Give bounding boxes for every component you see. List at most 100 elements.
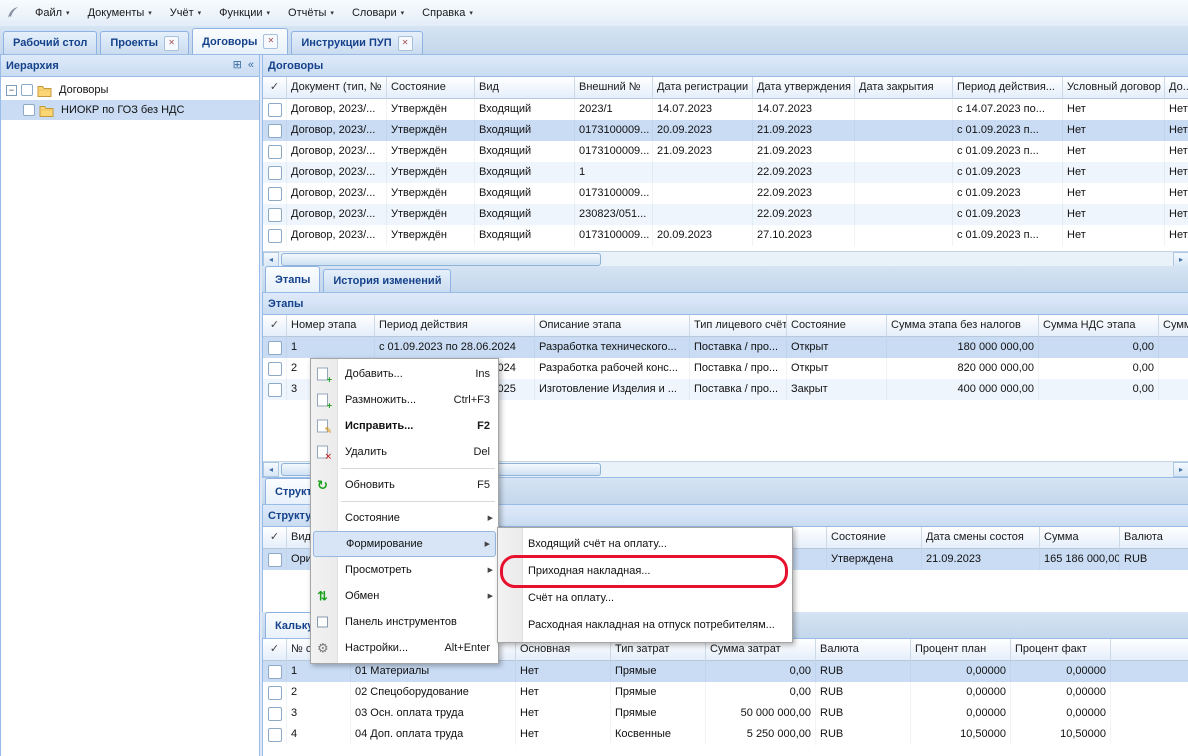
column-header[interactable]: Вид bbox=[475, 77, 575, 99]
row-checkbox[interactable] bbox=[268, 686, 282, 700]
table-row[interactable]: Договор, 2023/...УтверждёнВходящий017310… bbox=[263, 120, 1188, 141]
workspace-tab-pup-instructions[interactable]: Инструкции ПУП✕ bbox=[291, 31, 422, 54]
column-header[interactable]: Процент план bbox=[911, 639, 1011, 661]
scroll-left-button[interactable]: ◂ bbox=[263, 252, 279, 267]
row-checkbox[interactable] bbox=[268, 665, 282, 679]
submenu-item-outgoing-waybill[interactable]: Расходная накладная на отпуск потребител… bbox=[498, 612, 792, 639]
table-row[interactable]: 202 СпецоборудованиеНетПрямые0,00RUB0,00… bbox=[263, 682, 1188, 703]
tab-stages[interactable]: Этапы bbox=[265, 266, 320, 292]
table-row[interactable]: 303 Осн. оплата трудаНетПрямые50 000 000… bbox=[263, 703, 1188, 724]
menubar-item-documents[interactable]: Документы▾ bbox=[79, 0, 161, 26]
table-row[interactable]: Договор, 2023/...УтверждёнВходящий122.09… bbox=[263, 162, 1188, 183]
table-row[interactable]: 404 Доп. оплата трудаНетКосвенные5 250 0… bbox=[263, 724, 1188, 745]
tab-close-icon[interactable]: ✕ bbox=[164, 36, 179, 51]
column-header[interactable]: До... bbox=[1165, 77, 1188, 99]
menu-item-formation[interactable]: Формирование▶ bbox=[313, 531, 496, 557]
tree-checkbox[interactable] bbox=[21, 84, 33, 96]
tree-node-niokr-goz[interactable]: НИОКР по ГОЗ без НДС bbox=[1, 100, 259, 120]
row-checkbox[interactable] bbox=[268, 341, 282, 355]
menubar-item-help[interactable]: Справка▾ bbox=[413, 0, 482, 26]
column-header[interactable]: Состояние bbox=[787, 315, 887, 337]
column-header[interactable]: Период действия... bbox=[953, 77, 1063, 99]
menubar-item-dictionaries[interactable]: Словари▾ bbox=[343, 0, 413, 26]
row-checkbox[interactable] bbox=[268, 145, 282, 159]
column-header[interactable]: Дата утверждения bbox=[753, 77, 855, 99]
column-header[interactable]: Сумма bbox=[1040, 527, 1120, 549]
menubar-item-reports[interactable]: Отчёты▾ bbox=[279, 0, 343, 26]
scroll-thumb[interactable] bbox=[281, 253, 601, 266]
column-header[interactable]: ✓ bbox=[263, 639, 287, 661]
table-row[interactable]: Договор, 2023/...УтверждёнВходящий017310… bbox=[263, 183, 1188, 204]
menu-item-view[interactable]: Просмотреть▶ bbox=[311, 557, 498, 583]
column-header[interactable]: Внешний № bbox=[575, 77, 653, 99]
menubar-item-file[interactable]: Файл▾ bbox=[26, 0, 79, 26]
column-header[interactable]: Состояние bbox=[827, 527, 922, 549]
workspace-tab-desktop[interactable]: Рабочий стол bbox=[3, 31, 97, 54]
collapse-panel-icon[interactable]: « bbox=[248, 60, 254, 71]
column-header[interactable] bbox=[1111, 639, 1188, 661]
column-header[interactable]: Валюта bbox=[816, 639, 911, 661]
menu-item-exchange[interactable]: ⇅Обмен▶ bbox=[311, 583, 498, 609]
submenu-item-incoming-payment-invoice[interactable]: Входящий счёт на оплату... bbox=[498, 531, 792, 558]
column-header[interactable]: Дата закрытия bbox=[855, 77, 953, 99]
tree-node-contracts-root[interactable]: −Договоры bbox=[1, 80, 259, 100]
table-row[interactable]: 1с 01.09.2023 по 28.06.2024Разработка те… bbox=[263, 337, 1188, 358]
row-checkbox[interactable] bbox=[268, 208, 282, 222]
scroll-track[interactable] bbox=[603, 462, 1173, 477]
scroll-right-button[interactable]: ▸ bbox=[1173, 252, 1188, 267]
column-header[interactable]: Дата регистрации bbox=[653, 77, 753, 99]
column-header[interactable]: Документ (тип, № bbox=[287, 77, 387, 99]
tree-checkbox[interactable] bbox=[23, 104, 35, 116]
workspace-tab-contracts[interactable]: Договоры✕ bbox=[192, 28, 288, 54]
column-header[interactable]: Дата смены состоя bbox=[922, 527, 1040, 549]
column-header[interactable]: Тип лицевого счёт bbox=[690, 315, 787, 337]
scroll-right-button[interactable]: ▸ bbox=[1173, 462, 1188, 477]
row-checkbox[interactable] bbox=[268, 103, 282, 117]
column-header[interactable]: Сумма этапа без налогов bbox=[887, 315, 1039, 337]
column-header[interactable]: Номер этапа bbox=[287, 315, 375, 337]
table-row[interactable]: Договор, 2023/...УтверждёнВходящий230823… bbox=[263, 204, 1188, 225]
menu-item-delete[interactable]: ✕УдалитьDel bbox=[311, 439, 498, 465]
menu-item-toolbar-panel[interactable]: Панель инструментов bbox=[311, 609, 498, 635]
menubar-item-accounting[interactable]: Учёт▾ bbox=[161, 0, 210, 26]
column-header[interactable]: Процент факт bbox=[1011, 639, 1111, 661]
row-checkbox[interactable] bbox=[268, 383, 282, 397]
submenu-item-payment-invoice[interactable]: Счёт на оплату... bbox=[498, 585, 792, 612]
table-row[interactable]: Договор, 2023/...УтверждёнВходящий2023/1… bbox=[263, 99, 1188, 120]
menu-item-settings[interactable]: ⚙Настройки...Alt+Enter bbox=[311, 635, 498, 661]
column-header[interactable]: Условный договор bbox=[1063, 77, 1165, 99]
column-header[interactable]: ✓ bbox=[263, 527, 287, 549]
column-header[interactable]: Валюта bbox=[1120, 527, 1188, 549]
row-checkbox[interactable] bbox=[268, 187, 282, 201]
column-header[interactable]: ✓ bbox=[263, 315, 287, 337]
column-header[interactable]: Сумма НДС этапа bbox=[1039, 315, 1159, 337]
table-row[interactable]: Договор, 2023/...УтверждёнВходящий017310… bbox=[263, 141, 1188, 162]
workspace-tab-projects[interactable]: Проекты✕ bbox=[100, 31, 189, 54]
column-header[interactable]: Описание этапа bbox=[535, 315, 690, 337]
tab-history[interactable]: История изменений bbox=[323, 269, 451, 292]
row-checkbox[interactable] bbox=[268, 728, 282, 742]
menubar-item-functions[interactable]: Функции▾ bbox=[210, 0, 279, 26]
row-checkbox[interactable] bbox=[268, 362, 282, 376]
column-header[interactable]: Период действия bbox=[375, 315, 535, 337]
contracts-hscrollbar[interactable]: ◂ ▸ bbox=[263, 251, 1188, 267]
column-header[interactable]: Состояние bbox=[387, 77, 475, 99]
menu-item-refresh[interactable]: ↻ОбновитьF5 bbox=[311, 472, 498, 498]
row-checkbox[interactable] bbox=[268, 229, 282, 243]
column-header[interactable]: ✓ bbox=[263, 77, 287, 99]
row-checkbox[interactable] bbox=[268, 124, 282, 138]
row-checkbox[interactable] bbox=[268, 707, 282, 721]
hierarchy-grid-icon[interactable]: ⊞ bbox=[233, 60, 242, 71]
scroll-track[interactable] bbox=[603, 252, 1173, 267]
submenu-item-incoming-waybill[interactable]: Приходная накладная... bbox=[498, 558, 792, 585]
tree-expander-icon[interactable]: − bbox=[6, 85, 17, 96]
menu-item-duplicate[interactable]: +Размножить...Ctrl+F3 bbox=[311, 387, 498, 413]
tab-close-icon[interactable]: ✕ bbox=[263, 34, 278, 49]
menu-item-edit[interactable]: ✎Исправить...F2 bbox=[311, 413, 498, 439]
column-header[interactable]: Сумма эт... bbox=[1159, 315, 1188, 337]
row-checkbox[interactable] bbox=[268, 166, 282, 180]
scroll-left-button[interactable]: ◂ bbox=[263, 462, 279, 477]
tab-close-icon[interactable]: ✕ bbox=[398, 36, 413, 51]
table-row[interactable]: 101 МатериалыНетПрямые0,00RUB0,000000,00… bbox=[263, 661, 1188, 682]
table-row[interactable]: Договор, 2023/...УтверждёнВходящий017310… bbox=[263, 225, 1188, 246]
